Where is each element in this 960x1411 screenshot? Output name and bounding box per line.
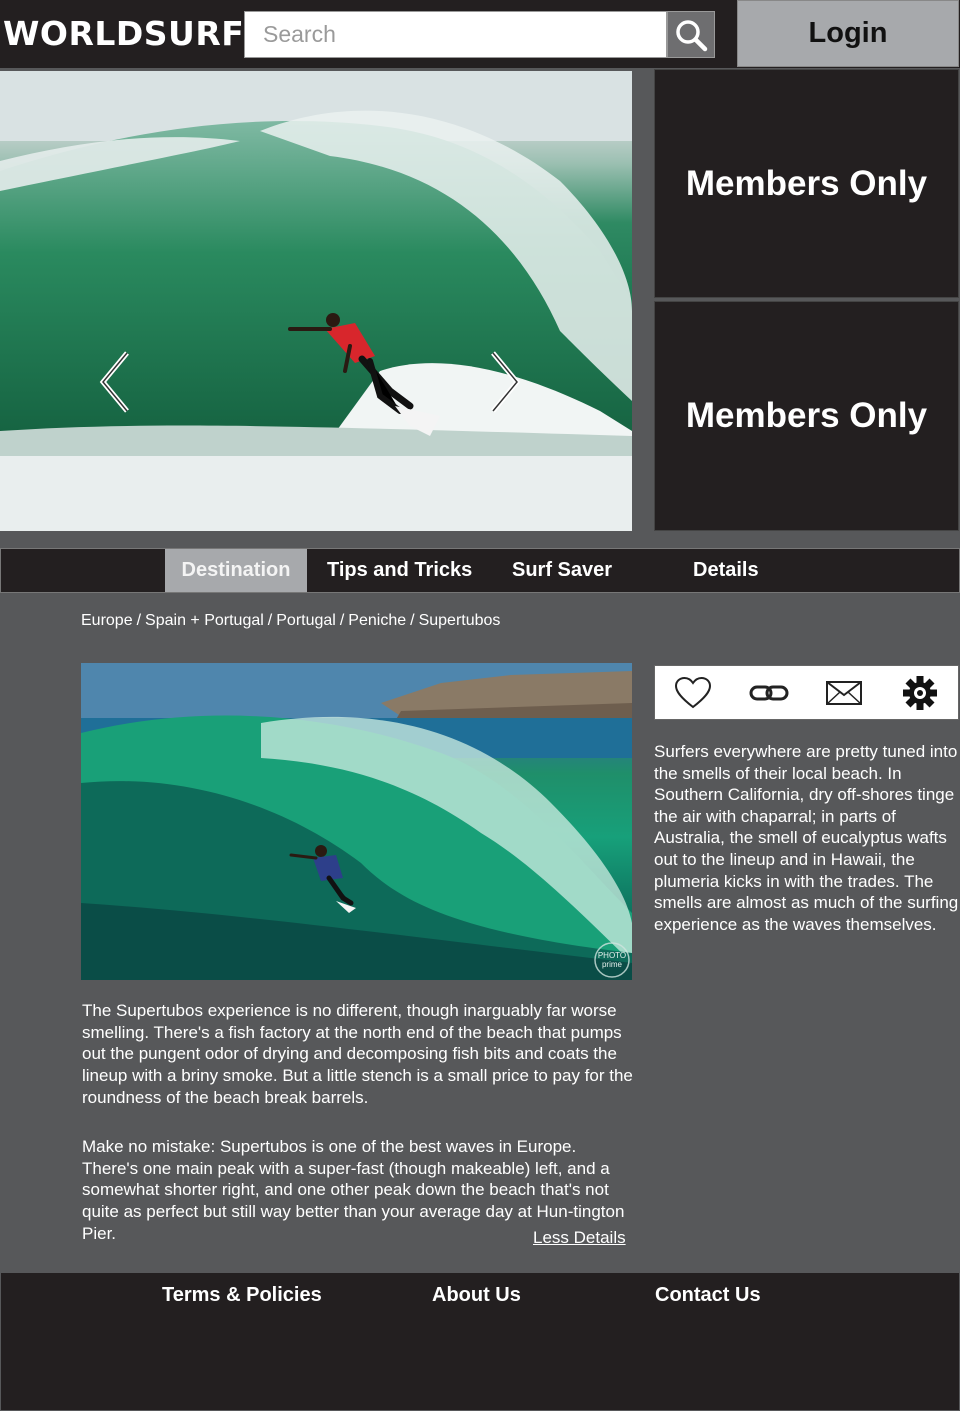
chevron-left-icon[interactable] <box>95 349 135 415</box>
site-logo[interactable]: WORLDSURF <box>3 14 244 53</box>
breadcrumb-separator: / <box>410 612 415 629</box>
copy-link-button[interactable] <box>747 673 791 713</box>
tab-tips-and-tricks[interactable]: Tips and Tricks <box>327 549 472 592</box>
breadcrumb-item[interactable]: Peniche <box>348 612 406 629</box>
svg-text:prime: prime <box>602 960 623 969</box>
tab-destination[interactable]: Destination <box>165 549 307 592</box>
hero-carousel <box>0 71 632 531</box>
login-button[interactable]: Login <box>737 0 959 67</box>
search-input[interactable] <box>244 11 667 58</box>
tab-surf-saver[interactable]: Surf Saver <box>512 549 612 592</box>
mail-icon <box>826 680 863 705</box>
photo-watermark: PHOTO <box>598 951 626 960</box>
less-details-link[interactable]: Less Details <box>533 1228 626 1248</box>
favorite-button[interactable] <box>671 673 715 713</box>
settings-button[interactable] <box>898 673 942 713</box>
supertubos-wave-image: PHOTO prime <box>81 663 632 980</box>
breadcrumb-separator: / <box>339 612 345 629</box>
intro-paragraph: Surfers everywhere are pretty tuned into… <box>654 742 959 934</box>
search-button[interactable] <box>667 11 715 58</box>
footer-about-link[interactable]: About Us <box>432 1284 521 1307</box>
breadcrumb: Europe / Spain + Portugal / Portugal / Peniche… <box>81 612 500 630</box>
hero-wave-image <box>0 71 632 531</box>
breadcrumb-item: Supertubos <box>418 612 501 629</box>
breadcrumb-item[interactable]: Europe <box>81 612 133 629</box>
heart-icon <box>674 676 711 708</box>
site-footer: Terms & Policies About Us Contact Us <box>1 1273 959 1410</box>
breadcrumb-item[interactable]: Portugal <box>276 612 336 629</box>
action-toolbar <box>654 665 959 720</box>
site-header: WORLDSURF Login <box>0 0 960 68</box>
members-only-panel[interactable]: Members Only <box>654 69 959 298</box>
breadcrumb-separator: / <box>267 612 273 629</box>
main-nav: Destination Tips and Tricks Surf Saver D… <box>0 548 960 593</box>
gear-icon <box>903 675 938 710</box>
email-button[interactable] <box>822 673 866 713</box>
link-icon <box>749 685 789 700</box>
search-icon <box>676 19 708 51</box>
breadcrumb-item[interactable]: Spain + Portugal <box>145 612 264 629</box>
footer-terms-link[interactable]: Terms & Policies <box>162 1284 322 1307</box>
breadcrumb-separator: / <box>136 612 142 629</box>
footer-contact-link[interactable]: Contact Us <box>655 1284 761 1307</box>
destination-photo: PHOTO prime <box>81 663 632 980</box>
members-only-panel[interactable]: Members Only <box>654 301 959 531</box>
body-paragraph: The Supertubos experience is no differen… <box>82 1001 633 1107</box>
chevron-right-icon[interactable] <box>485 349 525 415</box>
tab-details[interactable]: Details <box>693 549 759 592</box>
